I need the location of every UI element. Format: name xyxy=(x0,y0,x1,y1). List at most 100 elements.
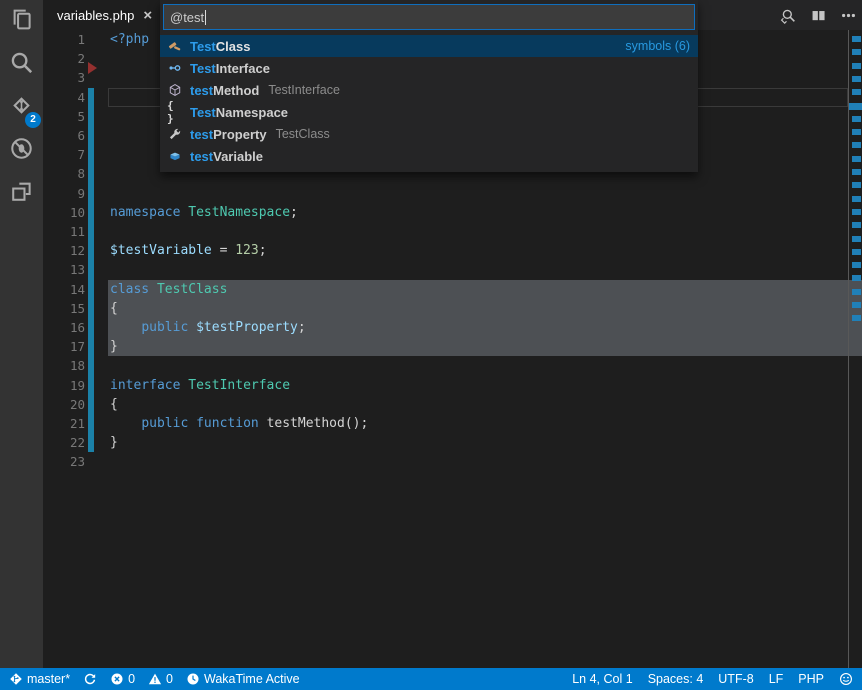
code-line: 10 namespace TestNamespace; xyxy=(43,203,862,222)
search-icon xyxy=(9,50,34,80)
symbol-label: TestInterface xyxy=(190,61,270,76)
line-number: 15 xyxy=(43,299,85,318)
line-number: 14 xyxy=(43,280,85,299)
status-bar: master* 00 WakaTime Active Ln 4, Col 1 Spac… xyxy=(0,668,862,690)
overview-modified-mark xyxy=(852,36,861,42)
symbols-count-badge: symbols (6) xyxy=(625,39,690,53)
class-icon xyxy=(167,38,183,54)
property-icon xyxy=(167,126,183,142)
more-actions-icon[interactable] xyxy=(838,5,858,25)
overview-modified-mark xyxy=(852,129,861,135)
code-text: <?php xyxy=(110,30,149,49)
code-text: { xyxy=(110,395,118,414)
status-label: LF xyxy=(769,672,784,686)
code-line: 14 class TestClass xyxy=(43,280,862,299)
status-language-mode[interactable]: PHP xyxy=(798,668,824,690)
interface-icon xyxy=(167,60,183,76)
code-text: $testVariable = 123; xyxy=(110,241,267,260)
warning-icon xyxy=(148,672,162,686)
line-number: 2 xyxy=(43,49,85,68)
close-icon[interactable]: × xyxy=(143,8,152,23)
overview-modified-mark xyxy=(852,116,861,122)
sidebar-item-debug[interactable] xyxy=(0,129,43,172)
quick-open-item-testVariable[interactable]: testVariable xyxy=(160,145,698,167)
line-number: 19 xyxy=(43,376,85,395)
sidebar-item-explorer[interactable] xyxy=(0,0,43,43)
status-label: 0 xyxy=(128,672,135,686)
sidebar-item-source-control[interactable]: 2 xyxy=(0,86,43,129)
status-indentation[interactable]: Spaces: 4 xyxy=(648,668,704,690)
code-line: 16 public $testProperty; xyxy=(43,318,862,337)
status-label: PHP xyxy=(798,672,824,686)
overview-modified-mark xyxy=(852,196,861,202)
symbol-label: testProperty xyxy=(190,127,267,142)
status-errors[interactable]: 0 xyxy=(110,668,135,690)
overview-modified-mark xyxy=(852,222,861,228)
status-warnings[interactable]: 0 xyxy=(148,668,173,690)
sidebar-item-extensions[interactable] xyxy=(0,172,43,215)
code-line: 22} xyxy=(43,433,862,452)
status-feedback[interactable] xyxy=(839,668,853,690)
code-line: 23 xyxy=(43,452,862,471)
overview-modified-mark xyxy=(852,302,861,308)
status-encoding[interactable]: UTF-8 xyxy=(718,668,753,690)
extensions-icon xyxy=(9,179,34,209)
symbol-label: testMethod xyxy=(190,83,259,98)
overview-modified-mark xyxy=(852,76,861,82)
overview-modified-mark xyxy=(852,63,861,69)
overview-modified-mark xyxy=(852,49,861,55)
overview-modified-mark xyxy=(852,142,861,148)
code-line: 11 xyxy=(43,222,862,241)
code-text: } xyxy=(110,433,118,452)
error-icon xyxy=(110,672,124,686)
status-wakatime[interactable]: WakaTime Active xyxy=(186,668,300,690)
overview-ruler[interactable] xyxy=(848,30,862,668)
line-number: 8 xyxy=(43,164,85,183)
code-line: 21 public function testMethod(); xyxy=(43,414,862,433)
vscode-window: 2 variables.php × 1<?php2345678910namesp… xyxy=(0,0,862,690)
status-cursor-position[interactable]: Ln 4, Col 1 xyxy=(572,668,632,690)
tab-variables-php[interactable]: variables.php × xyxy=(43,0,162,30)
debug-icon xyxy=(9,136,34,166)
code-text: namespace TestNamespace; xyxy=(110,203,298,222)
status-sync[interactable] xyxy=(83,668,97,690)
line-number: 20 xyxy=(43,395,85,414)
quick-open-widget: @test TestClasssymbols (6)TestInterfacet… xyxy=(160,0,698,172)
line-number: 12 xyxy=(43,241,85,260)
code-line: 13 xyxy=(43,260,862,279)
quick-open-item-TestInterface[interactable]: TestInterface xyxy=(160,57,698,79)
split-editor-icon[interactable] xyxy=(808,5,828,25)
quick-open-item-TestClass[interactable]: TestClasssymbols (6) xyxy=(160,35,698,57)
overview-modified-mark xyxy=(852,262,861,268)
quick-open-item-testMethod[interactable]: testMethodTestInterface xyxy=(160,79,698,101)
line-number: 1 xyxy=(43,30,85,49)
overview-modified-mark xyxy=(852,289,861,295)
overview-modified-mark xyxy=(852,169,861,175)
code-line: 15{ xyxy=(43,299,862,318)
line-number: 16 xyxy=(43,318,85,337)
status-label: Spaces: 4 xyxy=(648,672,704,686)
status-git-branch[interactable]: master* xyxy=(9,668,70,690)
symbol-container: TestClass xyxy=(276,127,330,141)
activity-bar: 2 xyxy=(0,0,43,668)
open-changes-icon[interactable] xyxy=(778,5,798,25)
tab-label: variables.php xyxy=(57,8,134,23)
overview-modified-mark xyxy=(852,275,861,281)
code-text: class TestClass xyxy=(110,280,227,299)
quick-open-item-TestNamespace[interactable]: { }TestNamespace xyxy=(160,101,698,123)
line-number: 13 xyxy=(43,260,85,279)
method-icon xyxy=(167,82,183,98)
smiley-icon xyxy=(839,672,853,686)
overview-modified-mark xyxy=(852,315,861,321)
status-eol[interactable]: LF xyxy=(769,668,784,690)
overview-modified-mark xyxy=(852,89,861,95)
clock-icon xyxy=(186,672,200,686)
code-line: 12 $testVariable = 123; xyxy=(43,241,862,260)
sidebar-item-search[interactable] xyxy=(0,43,43,86)
line-number: 10 xyxy=(43,203,85,222)
quick-open-input[interactable]: @test xyxy=(163,4,695,30)
line-number: 22 xyxy=(43,433,85,452)
scm-badge: 2 xyxy=(25,112,41,128)
quick-open-item-testProperty[interactable]: testProperty TestClass xyxy=(160,123,698,145)
line-number: 9 xyxy=(43,184,85,203)
